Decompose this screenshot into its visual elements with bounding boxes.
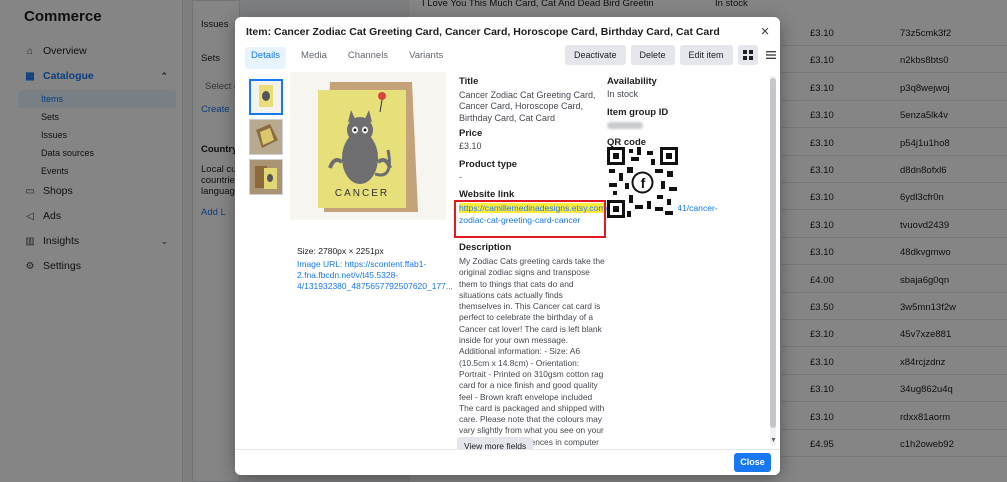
tab-media[interactable]: Media (295, 47, 333, 69)
qr-code-image: f (607, 147, 678, 218)
dialog-title: Item: Cancer Zodiac Cat Greeting Card, C… (246, 26, 720, 38)
image-url-link[interactable]: Image URL: https://scontent.ffab1-2.fna.… (297, 259, 453, 292)
tab-details[interactable]: Details (245, 47, 287, 69)
product-type-value: - (459, 172, 462, 182)
edit-item-button[interactable]: Edit item (679, 45, 733, 65)
list-view-icon[interactable] (761, 45, 780, 65)
dialog-actions: Deactivate Delete Edit item (565, 45, 780, 65)
tab-variants[interactable]: Variants (403, 47, 449, 69)
scroll-down-arrow-icon[interactable]: ▼ (770, 437, 777, 444)
delete-button[interactable]: Delete (630, 45, 675, 65)
scrollbar-thumb[interactable] (770, 78, 776, 428)
card-caption: CANCER (335, 188, 389, 199)
svg-text:f: f (641, 175, 646, 191)
deactivate-button[interactable]: Deactivate (565, 45, 626, 65)
highlight-box (454, 200, 606, 238)
dialog-scrollbar[interactable] (770, 76, 776, 446)
price-label: Price (459, 128, 483, 139)
description-label: Description (459, 242, 512, 253)
image-thumbnail-1[interactable] (249, 79, 283, 115)
price-value: £3.10 (459, 141, 482, 151)
tab-channels[interactable]: Channels (342, 47, 394, 69)
title-label: Title (459, 76, 479, 87)
description-value: My Zodiac Cats greeting cards take the o… (459, 256, 605, 458)
item-group-id-value-redacted (607, 122, 643, 129)
grid-view-icon[interactable] (737, 45, 758, 65)
dialog-footer (235, 449, 780, 475)
availability-label: Availability (607, 76, 657, 87)
website-link-label: Website link (459, 189, 515, 200)
item-details-dialog: Item: Cancer Zodiac Cat Greeting Card, C… (235, 17, 780, 475)
dialog-tabs: Details Media Channels Variants (245, 47, 458, 69)
item-group-id-label: Item group ID (607, 107, 669, 118)
image-thumbnail-2[interactable] (249, 119, 283, 155)
close-icon[interactable]: × (757, 24, 773, 40)
product-type-label: Product type (459, 159, 518, 170)
product-image: CANCER (290, 72, 446, 220)
availability-value: In stock (607, 89, 639, 99)
title-value: Cancer Zodiac Cat Greeting Card, Cancer … (459, 90, 596, 123)
image-size: Size: 2780px × 2251px (297, 246, 384, 256)
image-thumbnail-3[interactable] (249, 159, 283, 195)
close-button[interactable]: Close (734, 453, 771, 472)
